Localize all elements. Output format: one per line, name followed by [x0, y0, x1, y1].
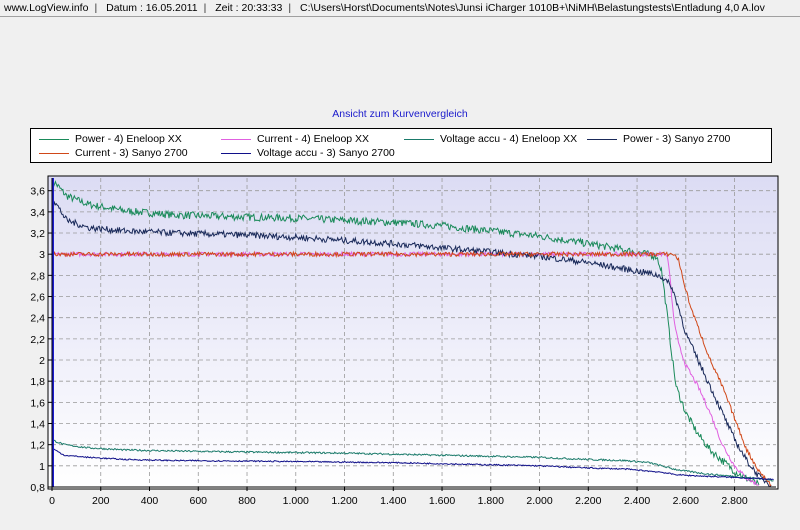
x-tick-label: 2.000: [526, 495, 552, 507]
x-tick-label: 2.600: [673, 495, 699, 507]
x-tick-label: 0: [49, 495, 55, 507]
y-tick-label: 2,6: [30, 292, 45, 304]
x-tick-label: 600: [189, 495, 207, 507]
y-tick-label: 3,4: [30, 207, 45, 219]
x-tick-label: 1.800: [478, 495, 504, 507]
x-tick-label: 2.400: [624, 495, 650, 507]
y-tick-label: 1,6: [30, 397, 45, 409]
x-tick-label: 1.600: [429, 495, 455, 507]
x-tick-label: 1.400: [380, 495, 406, 507]
y-tick-label: 1,4: [30, 419, 45, 431]
y-tick-label: 2,8: [30, 270, 45, 282]
y-tick-label: 1: [39, 461, 45, 473]
x-tick-label: 400: [141, 495, 159, 507]
x-tick-label: 800: [238, 495, 256, 507]
y-tick-label: 3,2: [30, 228, 45, 240]
y-tick-label: 3,6: [30, 186, 45, 198]
x-tick-label: 1.000: [283, 495, 309, 507]
x-tick-label: 200: [92, 495, 110, 507]
x-tick-label: 1.200: [331, 495, 357, 507]
chart-plot: 0 200 400 600 800 1.000 1.200 1.400 1.600 1.800 2.…: [30, 175, 779, 507]
y-tick-label: 2,4: [30, 313, 45, 325]
x-tick-label: 2.200: [575, 495, 601, 507]
x-tick-label: 2.800: [721, 495, 747, 507]
y-tick-label: 0,8: [30, 482, 45, 494]
y-tick-label: 3: [39, 249, 45, 261]
y-tick-label: 1,8: [30, 376, 45, 388]
y-tick-label: 2: [39, 355, 45, 367]
y-tick-label: 2,2: [30, 334, 45, 346]
y-tick-label: 1,2: [30, 440, 45, 452]
